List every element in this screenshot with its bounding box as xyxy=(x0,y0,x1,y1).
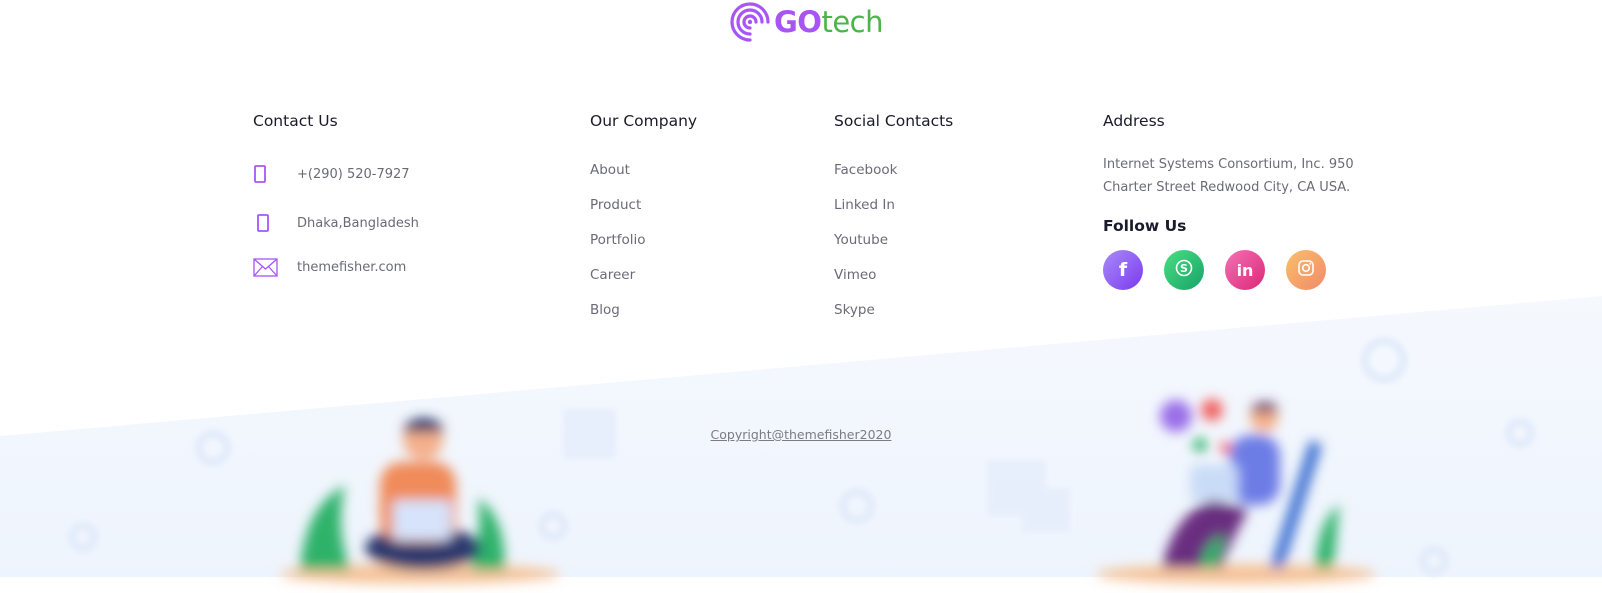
skype-button[interactable]: S xyxy=(1164,250,1204,290)
logo-tech: tech xyxy=(821,4,884,39)
company-link-portfolio[interactable]: Portfolio xyxy=(590,223,790,258)
company-links: About Product Portfolio Career Blog xyxy=(590,153,790,328)
logo-wordmark: GOtech xyxy=(774,4,884,39)
contact-location-row: Dhaka,Bangladesh xyxy=(253,211,419,235)
company-title: Our Company xyxy=(590,112,698,130)
contact-column: Contact Us +(290) 520-7927 Dhaka,Banglad… xyxy=(253,111,553,277)
social-link-facebook[interactable]: Facebook xyxy=(834,153,1034,188)
linkedin-button[interactable]: in xyxy=(1225,250,1265,290)
company-link-about[interactable]: About xyxy=(590,153,790,188)
social-link-youtube[interactable]: Youtube xyxy=(834,223,1034,258)
facebook-icon: f xyxy=(1118,259,1128,281)
contact-email-row: themefisher.com xyxy=(253,255,406,279)
location-icon xyxy=(253,212,279,234)
footer-background xyxy=(0,296,1602,593)
instagram-icon xyxy=(1296,258,1316,282)
address-text: Internet Systems Consortium, Inc. 950 Ch… xyxy=(1103,157,1354,195)
company-link-blog[interactable]: Blog xyxy=(590,293,790,328)
instagram-button[interactable] xyxy=(1286,250,1326,290)
envelope-icon xyxy=(253,256,279,278)
company-column: Our Company About Product Portfolio Care… xyxy=(590,111,790,328)
company-link-product[interactable]: Product xyxy=(590,188,790,223)
brand-logo[interactable]: GOtech xyxy=(729,0,884,44)
social-title: Social Contacts xyxy=(834,112,954,130)
company-link-career[interactable]: Career xyxy=(590,258,790,293)
copyright-link[interactable]: Copyright@themefisher2020 xyxy=(711,427,892,442)
contact-phone[interactable]: +(290) 520-7927 xyxy=(297,167,410,182)
follow-icons: f S in xyxy=(1103,250,1383,290)
copyright-bar: Copyright@themefisher2020 xyxy=(0,424,1602,443)
facebook-button[interactable]: f xyxy=(1103,250,1143,290)
contact-email[interactable]: themefisher.com xyxy=(297,260,406,275)
social-link-vimeo[interactable]: Vimeo xyxy=(834,258,1034,293)
address-column: Address Internet Systems Consortium, Inc… xyxy=(1103,111,1383,290)
contact-title: Contact Us xyxy=(253,112,338,130)
logo-go: GO xyxy=(774,4,822,39)
skype-icon: S xyxy=(1174,258,1194,282)
social-links: Facebook Linked In Youtube Vimeo Skype xyxy=(834,153,1034,328)
logo-spiral-icon xyxy=(730,2,770,42)
contact-phone-row: +(290) 520-7927 xyxy=(253,162,410,186)
phone-icon xyxy=(253,163,279,185)
social-column: Social Contacts Facebook Linked In Youtu… xyxy=(834,111,1034,328)
linkedin-icon: in xyxy=(1236,260,1254,280)
social-link-skype[interactable]: Skype xyxy=(834,293,1034,328)
social-link-linkedin[interactable]: Linked In xyxy=(834,188,1034,223)
contact-location: Dhaka,Bangladesh xyxy=(297,215,419,231)
follow-title: Follow Us xyxy=(1103,217,1187,235)
svg-text:S: S xyxy=(1180,262,1188,275)
address-title: Address xyxy=(1103,112,1165,130)
